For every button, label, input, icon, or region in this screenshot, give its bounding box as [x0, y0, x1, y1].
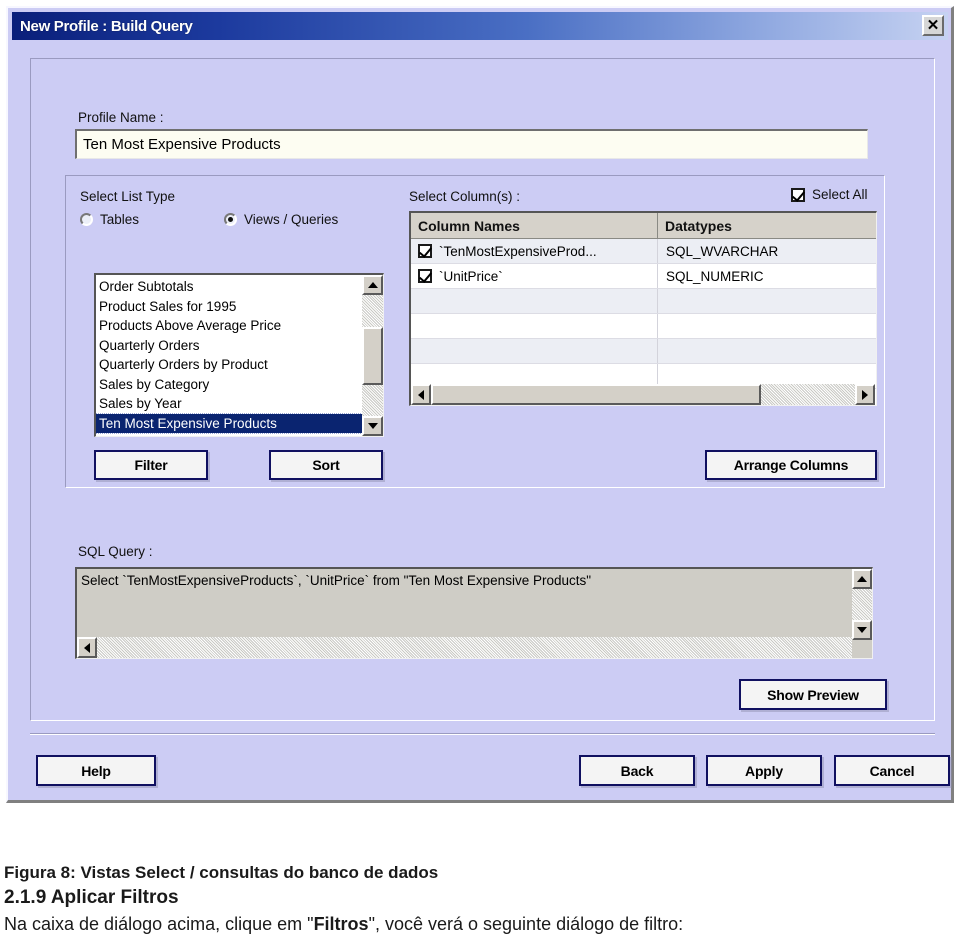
list-item[interactable]: Product Sales for 1995	[96, 297, 362, 317]
checkbox-icon[interactable]	[418, 244, 432, 258]
radio-views-queries-label: Views / Queries	[244, 212, 339, 227]
select-all-label: Select All	[812, 187, 868, 202]
object-list-items: Order Subtotals Product Sales for 1995 P…	[96, 277, 363, 434]
list-item[interactable]: Products Above Average Price	[96, 316, 362, 336]
table-cell-name	[411, 339, 658, 363]
title-bar: New Profile : Build Query ✕	[12, 12, 948, 40]
table-cell-name	[411, 314, 658, 338]
sql-query-label: SQL Query :	[78, 544, 153, 559]
scroll-down-icon[interactable]	[362, 416, 383, 436]
body-text-after: ", você verá o seguinte diálogo de filtr…	[368, 913, 684, 934]
table-cell-name: `UnitPrice`	[411, 264, 658, 288]
table-cell-datatype	[658, 289, 876, 313]
columns-scroll-thumb[interactable]	[431, 384, 761, 405]
table-row-empty[interactable]	[411, 314, 876, 339]
scroll-left-icon[interactable]	[411, 384, 431, 405]
list-item[interactable]: Quarterly Orders	[96, 336, 362, 356]
section-body: Na caixa de diálogo acima, clique em "Fi…	[0, 912, 960, 937]
scroll-right-icon[interactable]	[855, 384, 875, 405]
body-text-bold: Filtros	[313, 913, 369, 934]
list-vertical-scrollbar[interactable]	[362, 275, 383, 436]
select-all-checkbox[interactable]: Select All	[791, 187, 868, 202]
footer-divider	[30, 733, 935, 735]
column-name-text: `UnitPrice`	[439, 268, 503, 284]
radio-views-queries-dot	[224, 213, 237, 226]
columns-table: Column Names Datatypes `TenMostExpensive…	[409, 211, 877, 406]
sql-query-box[interactable]: Select `TenMostExpensiveProducts`, `Unit…	[75, 567, 873, 659]
header-column-names: Column Names	[411, 213, 658, 238]
table-row-empty[interactable]	[411, 339, 876, 364]
select-columns-label: Select Column(s) :	[409, 189, 521, 204]
list-item[interactable]: Sales by Year	[96, 394, 362, 414]
list-item[interactable]: Quarterly Orders by Product	[96, 355, 362, 375]
arrange-columns-button[interactable]: Arrange Columns	[705, 450, 877, 480]
profile-name-label: Profile Name :	[78, 110, 164, 125]
scroll-down-icon[interactable]	[852, 620, 872, 640]
figure-caption: Figura 8: Vistas Select / consultas do b…	[4, 863, 439, 882]
table-cell-datatype: SQL_WVARCHAR	[666, 243, 779, 259]
checkbox-icon[interactable]	[418, 269, 432, 283]
columns-horizontal-scrollbar[interactable]	[411, 384, 875, 405]
apply-button[interactable]: Apply	[706, 755, 822, 786]
list-item[interactable]: Order Subtotals	[96, 277, 362, 297]
sql-query-text: Select `TenMostExpensiveProducts`, `Unit…	[81, 573, 592, 588]
columns-table-header: Column Names Datatypes	[411, 213, 876, 239]
select-list-type-label: Select List Type	[80, 189, 176, 204]
checkbox-icon	[791, 187, 805, 202]
table-cell-datatype: SQL_NUMERIC	[666, 268, 764, 284]
scroll-left-icon[interactable]	[77, 637, 97, 658]
dialog-body: Profile Name : Select List Type Tables V…	[12, 44, 950, 796]
help-button[interactable]: Help	[36, 755, 156, 786]
sql-horizontal-scrollbar[interactable]	[77, 637, 852, 658]
scroll-up-icon[interactable]	[362, 275, 383, 295]
list-item[interactable]: Sales by Category	[96, 375, 362, 395]
header-datatypes: Datatypes	[665, 217, 732, 234]
column-name-text: `TenMostExpensiveProd...	[439, 243, 597, 259]
list-scroll-thumb[interactable]	[362, 327, 383, 385]
table-cell-name: `TenMostExpensiveProd...	[411, 239, 658, 263]
object-list-box[interactable]: Order Subtotals Product Sales for 1995 P…	[94, 273, 384, 437]
sort-button[interactable]: Sort	[269, 450, 383, 480]
back-button[interactable]: Back	[579, 755, 695, 786]
table-row-empty[interactable]	[411, 289, 876, 314]
query-builder-group: Select List Type Tables Views / Queries …	[65, 175, 885, 488]
table-cell-datatype	[658, 339, 876, 363]
caption-area: Figura 8: Vistas Select / consultas do b…	[0, 862, 960, 937]
list-item-selected[interactable]: Ten Most Expensive Products	[96, 412, 363, 434]
body-text-before: Na caixa de diálogo acima, clique em "	[4, 913, 314, 934]
table-cell-name	[411, 289, 658, 313]
radio-views-queries[interactable]: Views / Queries	[224, 212, 338, 227]
table-cell-datatype	[658, 314, 876, 338]
radio-tables-label: Tables	[100, 212, 140, 227]
radio-tables-dot	[80, 213, 93, 226]
window-title: New Profile : Build Query	[20, 17, 193, 35]
dialog-window: New Profile : Build Query ✕ Profile Name…	[6, 6, 954, 803]
table-row[interactable]: `UnitPrice` SQL_NUMERIC	[411, 264, 876, 289]
profile-name-input[interactable]	[75, 129, 868, 159]
show-preview-button[interactable]: Show Preview	[739, 679, 887, 710]
radio-tables[interactable]: Tables	[80, 212, 139, 227]
filter-button[interactable]: Filter	[94, 450, 208, 480]
table-row[interactable]: `TenMostExpensiveProd... SQL_WVARCHAR	[411, 239, 876, 264]
section-heading: 2.1.9 Aplicar Filtros	[4, 886, 179, 908]
scroll-up-icon[interactable]	[852, 569, 872, 589]
cancel-button[interactable]: Cancel	[834, 755, 950, 786]
sql-vertical-scrollbar[interactable]	[852, 569, 872, 640]
close-icon[interactable]: ✕	[922, 15, 944, 36]
